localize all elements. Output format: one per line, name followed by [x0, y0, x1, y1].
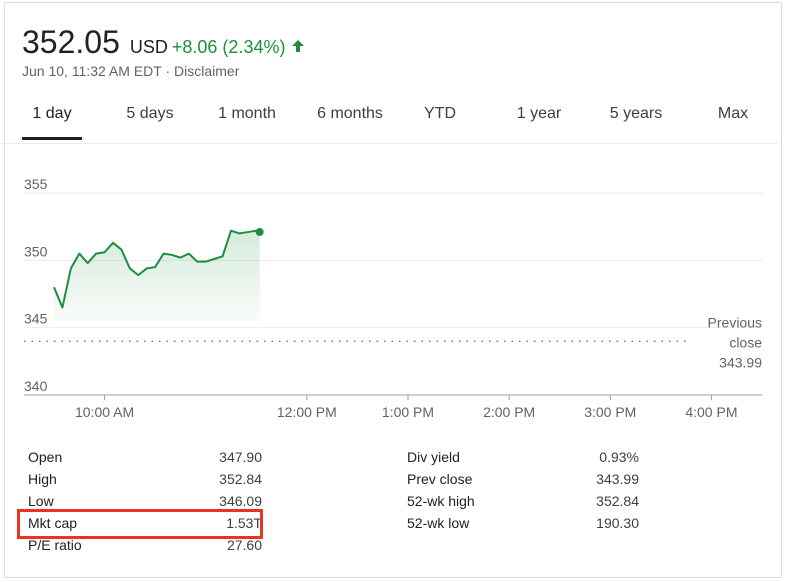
stat-label: Prev close — [407, 471, 473, 487]
x-tick-label: 12:00 PM — [277, 404, 337, 420]
mkt-cap-highlight-box — [17, 509, 263, 539]
previous-close-label: 343.99 — [719, 354, 762, 370]
x-tick-label: 2:00 PM — [483, 404, 535, 420]
previous-close-label: Previous — [708, 314, 762, 330]
stat-label: 52-wk low — [407, 515, 470, 531]
y-tick-label: 355 — [24, 176, 48, 192]
stat-row-prev-close: Prev close 343.99 — [407, 468, 639, 490]
y-tick-label: 340 — [24, 378, 48, 394]
stat-row-high: High 352.84 — [28, 468, 262, 490]
price-area-fill — [54, 230, 260, 322]
stat-label: Open — [28, 449, 63, 465]
previous-close-label: close — [729, 334, 762, 350]
stat-label: Div yield — [407, 449, 460, 465]
stat-row-open: Open 347.90 — [28, 446, 262, 468]
stats-right: Div yield 0.93% Prev close 343.99 52-wk … — [407, 446, 639, 546]
stat-value: 343.99 — [596, 471, 639, 487]
stat-value: 352.84 — [596, 493, 639, 509]
price-chart: 340 345 350 355 10:00 AM 12:00 PM 1:00 PM 2:00 … — [24, 176, 762, 420]
stat-value: 0.93% — [599, 449, 639, 465]
y-tick-label: 345 — [24, 311, 48, 327]
stat-row-div-yield: Div yield 0.93% — [407, 446, 639, 468]
stat-row-52-wk-high: 52-wk high 352.84 — [407, 490, 639, 512]
stat-label: 52-wk high — [407, 493, 475, 509]
stat-value: 352.84 — [219, 471, 262, 487]
stats-left: Open 347.90 High 352.84 Low 346.09 Mkt c… — [28, 446, 262, 566]
stat-value: 347.90 — [219, 449, 262, 465]
stat-label: High — [28, 471, 57, 487]
current-price-marker — [255, 228, 264, 237]
x-tick-label: 10:00 AM — [75, 404, 134, 420]
y-tick-label: 350 — [24, 243, 48, 259]
x-tick-label: 4:00 PM — [685, 404, 737, 420]
x-tick-label: 3:00 PM — [584, 404, 636, 420]
stat-value: 190.30 — [596, 515, 639, 531]
stat-row-52-wk-low: 52-wk low 190.30 — [407, 512, 639, 534]
x-tick-label: 1:00 PM — [382, 404, 434, 420]
